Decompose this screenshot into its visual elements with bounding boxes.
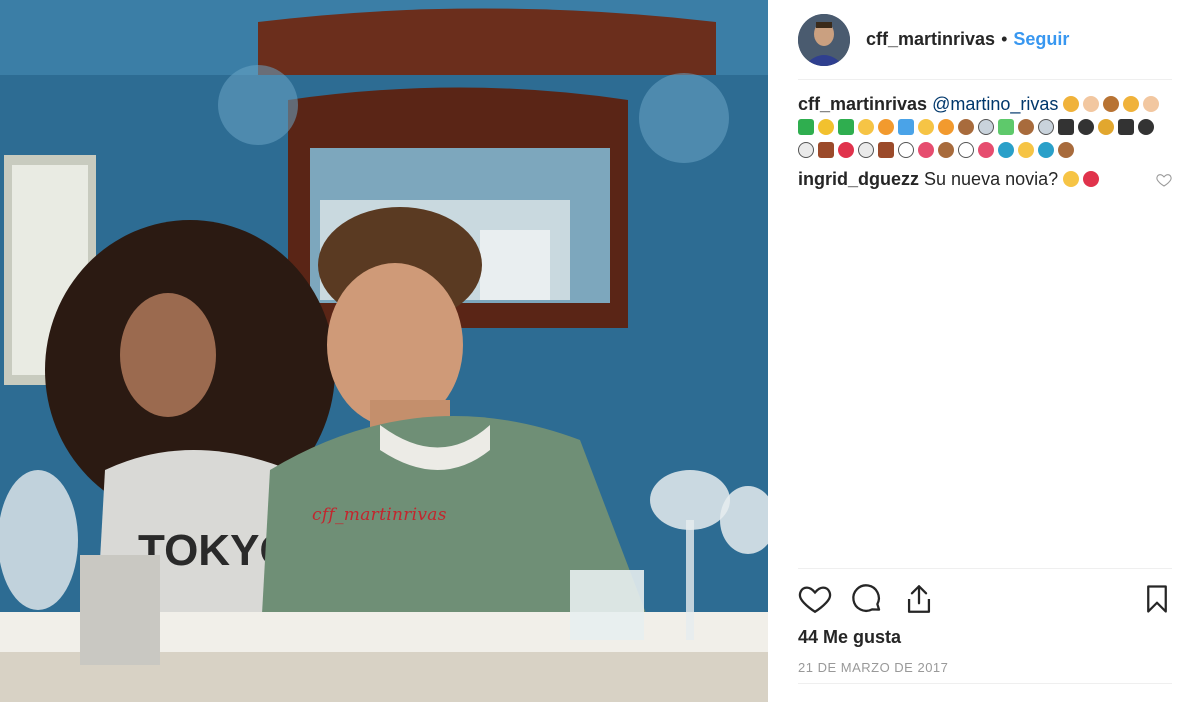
hamster-emoji-icon	[1083, 96, 1100, 112]
divider	[798, 683, 1172, 684]
comments-section: cff_martinrivas @martino_rivas ingrid_dg…	[798, 93, 1172, 191]
hamster-emoji-icon	[1143, 96, 1160, 112]
see-no-evil-monkey-emoji-icon	[938, 142, 954, 158]
tiger-face-emoji-icon	[938, 119, 954, 135]
comment-emojis	[1063, 169, 1103, 189]
pistol-emoji-icon	[998, 119, 1014, 135]
tongue-emoji-icon	[978, 142, 994, 158]
tiger-face-emoji-icon	[878, 119, 894, 135]
paw-prints-emoji-icon	[1138, 119, 1154, 135]
end-arrow-emoji-icon	[1118, 119, 1134, 135]
surfer-emoji-icon	[1038, 142, 1054, 158]
ghost-emoji-icon	[798, 142, 814, 158]
cat-face-emoji-icon	[1123, 96, 1140, 112]
gem-emoji-icon	[898, 119, 914, 135]
caption-username[interactable]: cff_martinrivas	[798, 94, 927, 114]
small-heart-icon[interactable]	[1156, 172, 1172, 188]
fist-emoji-icon	[1018, 142, 1034, 158]
surfer-emoji-icon	[998, 142, 1014, 158]
eyes-emoji-icon	[958, 142, 974, 158]
check-mark-emoji-icon	[838, 119, 854, 135]
likes-count[interactable]: 44 Me gusta	[798, 627, 1172, 648]
separator-dot: •	[1001, 29, 1008, 49]
avatar[interactable]	[798, 13, 850, 66]
follow-button[interactable]: Seguir	[1013, 29, 1069, 50]
caption-mention[interactable]: @martino_rivas	[932, 94, 1058, 114]
crown-emoji-icon	[818, 119, 834, 135]
share-upload-icon[interactable]	[902, 582, 936, 616]
ring-emoji-icon	[978, 119, 994, 135]
paw-prints-emoji-icon	[1078, 119, 1094, 135]
sad-face-emoji-icon	[1063, 171, 1080, 187]
ring-emoji-icon	[1038, 119, 1054, 135]
comment-bubble-icon[interactable]	[850, 582, 884, 616]
post-side-panel: cff_martinrivas • Seguir cff_martinrivas…	[768, 0, 1200, 702]
monkey-face-emoji-icon	[958, 119, 974, 135]
heart-outline-icon[interactable]	[798, 582, 832, 616]
ghost-emoji-icon	[858, 142, 874, 158]
trident-emoji-icon	[1098, 119, 1114, 135]
cat-face-emoji-icon	[1063, 96, 1080, 112]
header-username[interactable]: cff_martinrivas	[866, 29, 995, 50]
check-mark-emoji-icon	[798, 119, 814, 135]
victory-hand-emoji-icon	[858, 119, 874, 135]
squirrel-emoji-icon	[1103, 96, 1120, 112]
monkey-face-emoji-icon	[1018, 119, 1034, 135]
tongue-emoji-icon	[918, 142, 934, 158]
bookmark-icon[interactable]	[1142, 582, 1172, 616]
chocolate-emoji-icon	[818, 142, 834, 158]
caption: cff_martinrivas @martino_rivas	[798, 93, 1172, 162]
chocolate-emoji-icon	[878, 142, 894, 158]
action-bar	[798, 581, 1172, 617]
photo-scene: TOKYO	[0, 0, 768, 702]
see-no-evil-monkey-emoji-icon	[1058, 142, 1074, 158]
post-header: cff_martinrivas • Seguir	[798, 0, 1172, 80]
eyes-emoji-icon	[898, 142, 914, 158]
comment-username[interactable]: ingrid_dguezz	[798, 169, 919, 189]
post-photo[interactable]: TOKYO cff_martinrivas	[0, 0, 768, 702]
comment-row: ingrid_dguezz Su nueva novia?	[798, 168, 1172, 191]
photo-watermark: cff_martinrivas	[312, 505, 447, 525]
victory-hand-emoji-icon	[918, 119, 934, 135]
post-date: 21 DE MARZO DE 2017	[798, 660, 949, 675]
broken-heart-emoji-icon	[1083, 171, 1100, 187]
end-arrow-emoji-icon	[1058, 119, 1074, 135]
actions-section: 44 Me gusta 21 DE MARZO DE 2017	[798, 568, 1172, 680]
comment-text: Su nueva novia?	[924, 169, 1059, 189]
kiss-mark-emoji-icon	[838, 142, 854, 158]
